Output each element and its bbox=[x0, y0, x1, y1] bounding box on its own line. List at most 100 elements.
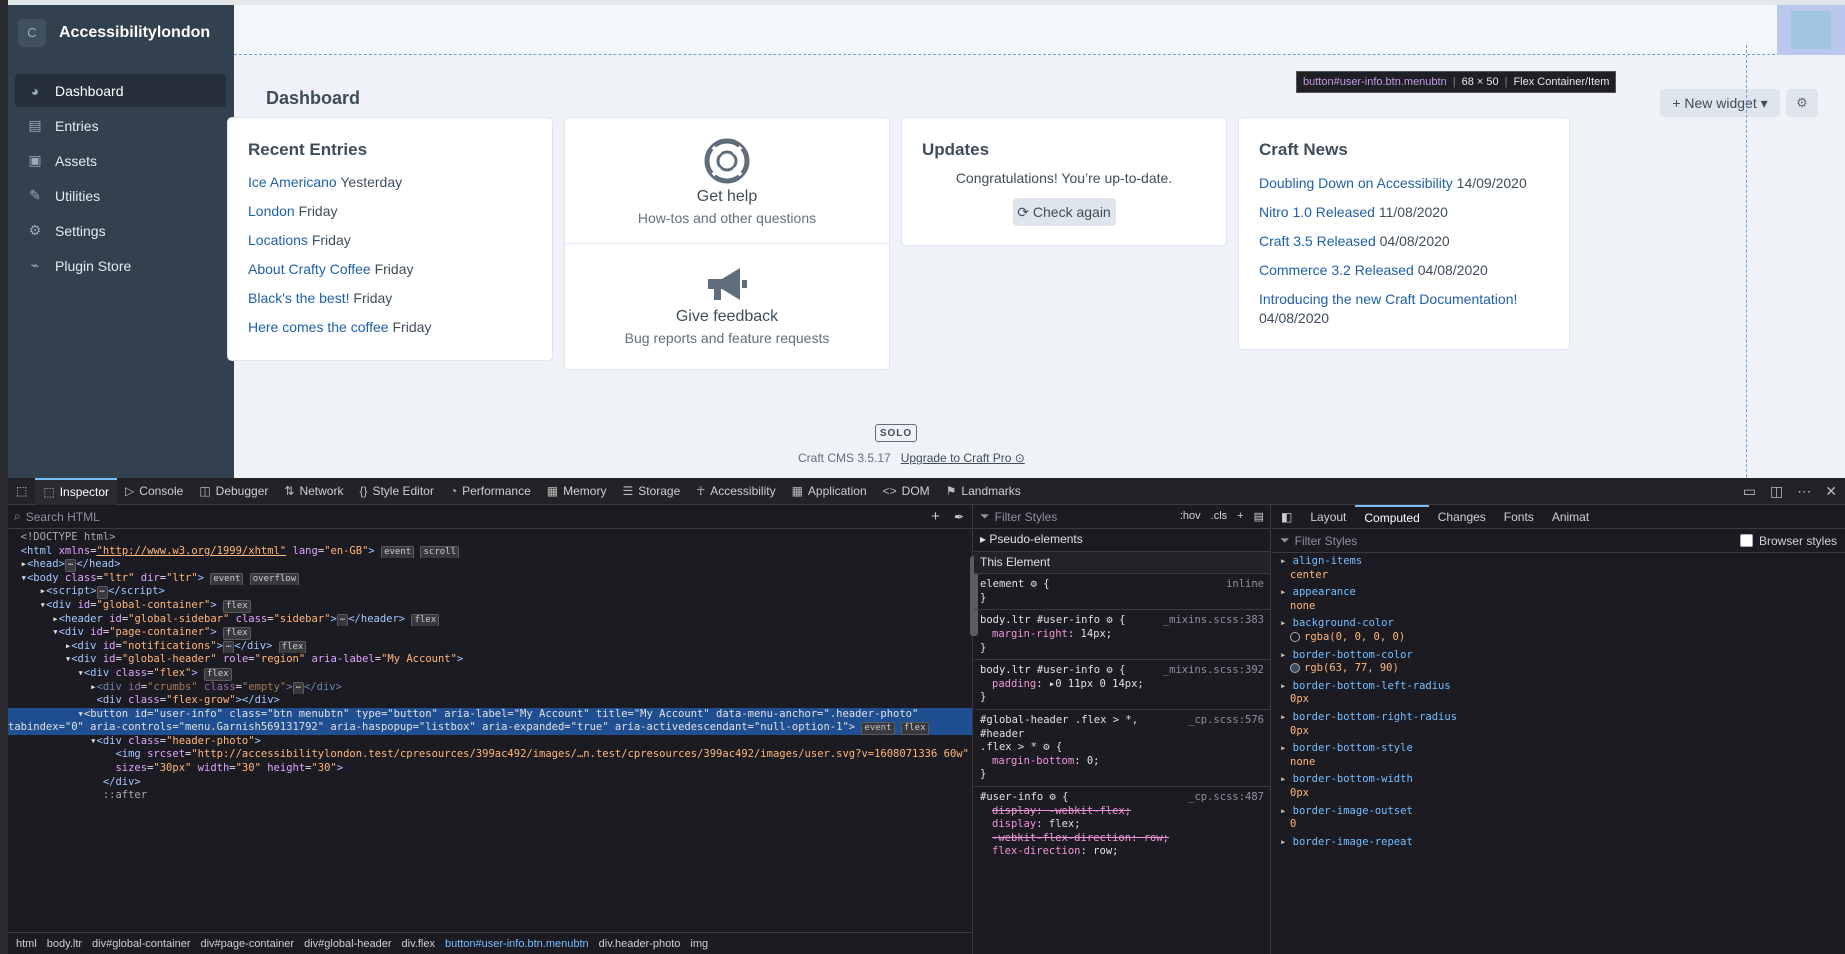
tab-dom[interactable]: <> DOM bbox=[875, 478, 938, 505]
breadcrumb-item[interactable]: html bbox=[16, 938, 37, 950]
breadcrumb-item[interactable]: div#global-container bbox=[92, 938, 190, 950]
computed-filter-input[interactable]: Filter Styles bbox=[1295, 534, 1358, 548]
computed-property[interactable]: ▸ border-image-outset 0 bbox=[1272, 803, 1845, 834]
tab-console[interactable]: ▷ Console bbox=[117, 478, 191, 505]
css-rule[interactable]: _cp.scss:487 #user-info ⚙ {display: -webk… bbox=[974, 787, 1270, 863]
tree-node[interactable]: <!DOCTYPE html> bbox=[8, 531, 972, 545]
entry-link[interactable]: London bbox=[248, 203, 295, 219]
tree-node[interactable]: sizes="30px" width="30" height="30"> bbox=[8, 762, 972, 776]
entry-link[interactable]: Here comes the coffee bbox=[248, 319, 389, 335]
css-rule[interactable]: _mixins.scss:392 body.ltr #user-info ⚙ {p… bbox=[974, 660, 1270, 710]
tree-node[interactable]: ▾<body class="ltr" dir="ltr"> event over… bbox=[8, 572, 972, 586]
breadcrumb-item[interactable]: div#global-header bbox=[304, 938, 391, 950]
add-rule-icon[interactable]: + bbox=[1237, 510, 1243, 523]
tree-node[interactable]: ▾<div id="global-container"> flex bbox=[8, 599, 972, 613]
news-link[interactable]: Commerce 3.2 Released bbox=[1259, 262, 1414, 278]
nav-item-assets[interactable]: ▣ Assets bbox=[15, 144, 226, 177]
nav-item-utilities[interactable]: ✎ Utilities bbox=[15, 179, 226, 212]
cls-toggle[interactable]: .cls bbox=[1211, 510, 1228, 523]
dock-side-icon[interactable]: ◫ bbox=[1770, 483, 1783, 500]
entry-link[interactable]: About Crafty Coffee bbox=[248, 261, 371, 277]
css-rule[interactable]: _mixins.scss:383 body.ltr #user-info ⚙ {m… bbox=[974, 610, 1270, 661]
tab-debugger[interactable]: ◫ Debugger bbox=[191, 478, 276, 505]
search-html-input[interactable]: Search HTML bbox=[26, 510, 931, 524]
tab-style-editor[interactable]: {} Style Editor bbox=[351, 478, 441, 505]
breadcrumb-item-selected[interactable]: button#user-info.btn.menubtn bbox=[445, 938, 589, 950]
tree-node[interactable]: </div> bbox=[8, 776, 972, 790]
tree-node[interactable]: ▾<div id="global-header" role="region" a… bbox=[8, 653, 972, 667]
nav-item-settings[interactable]: ⚙ Settings bbox=[15, 214, 226, 247]
tree-node[interactable]: ▸<script> ⋯ </script> bbox=[8, 585, 972, 599]
tab-application[interactable]: ▦ Application bbox=[784, 478, 875, 505]
tree-node[interactable]: ▾<div class="header-photo"> bbox=[8, 735, 972, 749]
responsive-design-icon[interactable]: ▭ bbox=[1743, 483, 1756, 500]
site-name-link[interactable]: C Accessibilitylondon bbox=[8, 5, 234, 60]
check-again-button[interactable]: ⟳ Check again bbox=[1012, 198, 1116, 226]
tab-memory[interactable]: ▦ Memory bbox=[539, 478, 615, 505]
dashboard-settings-button[interactable]: ⚙ bbox=[1786, 89, 1818, 117]
entry-link[interactable]: Locations bbox=[248, 232, 308, 248]
tab-storage[interactable]: ☰ Storage bbox=[614, 478, 688, 505]
computed-property[interactable]: ▸ border-bottom-right-radius 0px bbox=[1272, 709, 1845, 740]
eyedropper-icon[interactable]: ✒ bbox=[954, 510, 964, 524]
new-widget-button[interactable]: + New widget ▾ bbox=[1660, 89, 1780, 117]
breadcrumb-item[interactable]: div.header-photo bbox=[599, 938, 681, 950]
tab-layout[interactable]: Layout bbox=[1301, 505, 1355, 529]
user-info-button[interactable] bbox=[1777, 5, 1845, 55]
close-icon[interactable]: ✕ bbox=[1825, 483, 1837, 500]
news-link[interactable]: Introducing the new Craft Documentation! bbox=[1259, 291, 1517, 307]
entry-link[interactable]: Black's the best! bbox=[248, 290, 350, 306]
tree-node-selected[interactable]: ▾<button id="user-info" class="btn menub… bbox=[8, 707, 972, 735]
tree-node[interactable]: <div class="flex-grow"></div> bbox=[8, 694, 972, 708]
news-link[interactable]: Nitro 1.0 Released bbox=[1259, 204, 1375, 220]
tree-node[interactable]: ▾<div class="flex"> flex bbox=[8, 667, 972, 681]
browser-styles-toggle[interactable]: Browser styles bbox=[1739, 534, 1837, 548]
tab-fonts[interactable]: Fonts bbox=[1495, 505, 1543, 529]
nav-item-entries[interactable]: ▤ Entries bbox=[15, 109, 226, 142]
get-help-link[interactable]: Get help How-tos and other questions bbox=[565, 118, 889, 244]
computed-property[interactable]: ▸ border-bottom-style none bbox=[1272, 740, 1845, 771]
computed-property[interactable]: ▸ border-image-repeat bbox=[1272, 834, 1845, 852]
nav-item-dashboard[interactable]: ◕ Dashboard bbox=[15, 74, 226, 107]
tab-performance[interactable]: ◔ Performance bbox=[442, 478, 539, 505]
hov-toggle[interactable]: :hov bbox=[1180, 510, 1201, 523]
breadcrumb-item[interactable]: body.ltr bbox=[47, 938, 82, 950]
tab-animations[interactable]: Animat bbox=[1543, 505, 1598, 529]
more-options-icon[interactable]: ⋯ bbox=[1797, 483, 1811, 500]
css-rule[interactable]: inline element ⚙ {} bbox=[974, 574, 1270, 611]
pseudo-elements-toggle[interactable]: ▸ Pseudo-elements bbox=[974, 529, 1270, 552]
tree-node[interactable]: <img srcset="http://accessibilitylondon.… bbox=[8, 748, 972, 762]
tree-node[interactable]: <html xmlns="http://www.w3.org/1999/xhtm… bbox=[8, 545, 972, 559]
computed-property[interactable]: ▸ border-bottom-left-radius 0px bbox=[1272, 678, 1845, 709]
element-picker-button[interactable]: ⬚ bbox=[8, 478, 35, 505]
breadcrumb-item[interactable]: div.flex bbox=[402, 938, 435, 950]
computed-property[interactable]: ▸ background-color rgba(0, 0, 0, 0) bbox=[1272, 615, 1845, 646]
give-feedback-link[interactable]: Give feedback Bug reports and feature re… bbox=[565, 244, 889, 370]
tab-landmarks[interactable]: ⚑ Landmarks bbox=[938, 478, 1029, 505]
news-link[interactable]: Craft 3.5 Released bbox=[1259, 233, 1376, 249]
tab-network[interactable]: ⇅ Network bbox=[276, 478, 351, 505]
tab-accessibility[interactable]: ☥ Accessibility bbox=[688, 478, 783, 505]
tab-computed[interactable]: Computed bbox=[1355, 504, 1429, 529]
tree-node[interactable]: ▸<div id="crumbs" class="empty"> ⋯ </div> bbox=[8, 681, 972, 695]
tab-changes[interactable]: Changes bbox=[1429, 505, 1495, 529]
filter-styles-input[interactable]: Filter Styles bbox=[995, 510, 1058, 524]
computed-property[interactable]: ▸ border-bottom-color rgb(63, 77, 90) bbox=[1272, 647, 1845, 678]
computed-property[interactable]: ▸ align-items center bbox=[1272, 553, 1845, 584]
upgrade-link[interactable]: Upgrade to Craft Pro ⊙ bbox=[901, 451, 1025, 465]
breadcrumb-item[interactable]: img bbox=[690, 938, 708, 950]
tree-node[interactable]: ▾<div id="page-container"> flex bbox=[8, 626, 972, 640]
computed-property[interactable]: ▸ border-bottom-width 0px bbox=[1272, 771, 1845, 802]
tree-node[interactable]: ▸<div id="notifications"> ⋯ </div> flex bbox=[8, 640, 972, 654]
css-rule[interactable]: _cp.scss:576 #global-header .flex > *, #h… bbox=[974, 710, 1270, 787]
entry-link[interactable]: Ice Americano bbox=[248, 174, 337, 190]
tab-inspector[interactable]: ⬚ Inspector bbox=[35, 477, 118, 505]
breadcrumb-item[interactable]: div#page-container bbox=[201, 938, 295, 950]
computed-property[interactable]: ▸ appearance none bbox=[1272, 584, 1845, 615]
print-media-icon[interactable]: ▤ bbox=[1254, 510, 1264, 523]
tree-node[interactable]: ▸<header id="global-sidebar" class="side… bbox=[8, 613, 972, 627]
add-node-icon[interactable]: + bbox=[931, 508, 940, 525]
news-link[interactable]: Doubling Down on Accessibility bbox=[1259, 175, 1453, 191]
nav-item-plugin-store[interactable]: ⌁ Plugin Store bbox=[15, 249, 226, 282]
browser-styles-checkbox[interactable] bbox=[1739, 534, 1753, 547]
